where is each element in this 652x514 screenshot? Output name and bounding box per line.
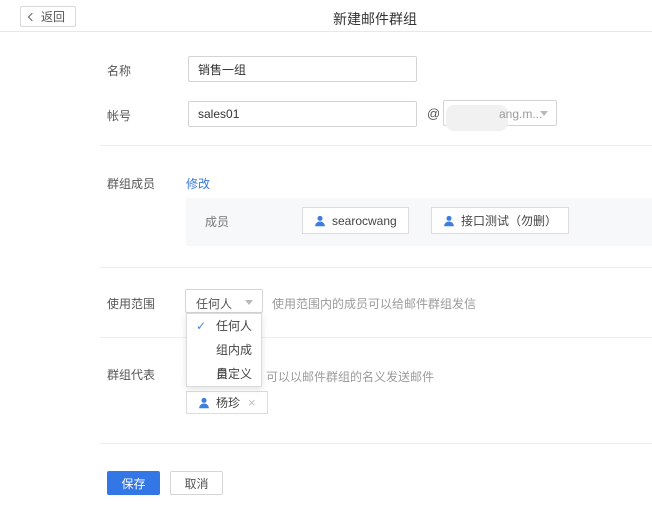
person-icon xyxy=(314,215,326,227)
group-members-label: 群组成员 xyxy=(107,175,155,192)
scope-option-label: 自定义 xyxy=(216,367,252,381)
scope-option-custom[interactable]: 自定义 xyxy=(187,362,261,386)
back-chevron-icon xyxy=(28,12,36,20)
modify-members-link[interactable]: 修改 xyxy=(186,175,210,192)
divider xyxy=(100,267,652,268)
account-input[interactable] xyxy=(188,101,417,127)
member-chip-label: 接口测试（勿删） xyxy=(461,212,557,229)
name-input[interactable] xyxy=(188,56,417,82)
scope-label: 使用范围 xyxy=(107,295,155,312)
divider xyxy=(100,337,652,338)
save-button[interactable]: 保存 xyxy=(107,471,160,495)
at-sign: @ xyxy=(427,106,440,121)
scope-select[interactable]: 任何人 xyxy=(185,289,263,313)
member-chip[interactable]: searocwang xyxy=(302,207,409,234)
scope-selected-value: 任何人 xyxy=(196,295,232,312)
divider xyxy=(100,145,652,146)
divider xyxy=(100,443,652,444)
domain-text: ang.m... xyxy=(499,107,542,121)
scope-option-anyone[interactable]: ✓ 任何人 xyxy=(187,314,261,338)
chevron-down-icon xyxy=(245,300,253,305)
representative-label: 群组代表 xyxy=(107,366,155,383)
account-label: 帐号 xyxy=(107,107,131,124)
back-button[interactable]: 返回 xyxy=(20,6,76,27)
topbar: 返回 新建邮件群组 xyxy=(0,0,652,32)
scope-dropdown-menu: ✓ 任何人 组内成员 自定义 xyxy=(186,313,262,387)
name-label: 名称 xyxy=(107,62,131,79)
check-icon: ✓ xyxy=(196,314,206,338)
back-button-label: 返回 xyxy=(41,8,65,25)
members-row-label: 成员 xyxy=(205,213,229,230)
scope-hint: 使用范围内的成员可以给邮件群组发信 xyxy=(272,295,476,312)
person-icon xyxy=(198,397,210,409)
chevron-down-icon xyxy=(540,111,548,116)
person-icon xyxy=(443,215,455,227)
scope-option-label: 任何人 xyxy=(216,319,252,333)
representative-chip-label: 杨珍 xyxy=(216,394,240,411)
representative-hint: 可以以邮件群组的名义发送邮件 xyxy=(266,368,434,385)
domain-select[interactable]: ang.m... xyxy=(443,100,557,126)
members-panel: 成员 searocwang 接口测试（勿删） xyxy=(186,198,652,246)
representative-chip[interactable]: 杨珍 × xyxy=(186,391,268,414)
remove-icon[interactable]: × xyxy=(248,395,256,410)
create-mail-group-page: 返回 新建邮件群组 名称 帐号 @ ang.m... 群组成员 修改 成员 se… xyxy=(0,0,652,514)
scope-option-group-members[interactable]: 组内成员 xyxy=(187,338,261,362)
page-title: 新建邮件群组 xyxy=(333,9,417,29)
member-chip[interactable]: 接口测试（勿删） xyxy=(431,207,569,234)
cancel-button[interactable]: 取消 xyxy=(170,471,223,495)
member-chip-label: searocwang xyxy=(332,214,397,228)
